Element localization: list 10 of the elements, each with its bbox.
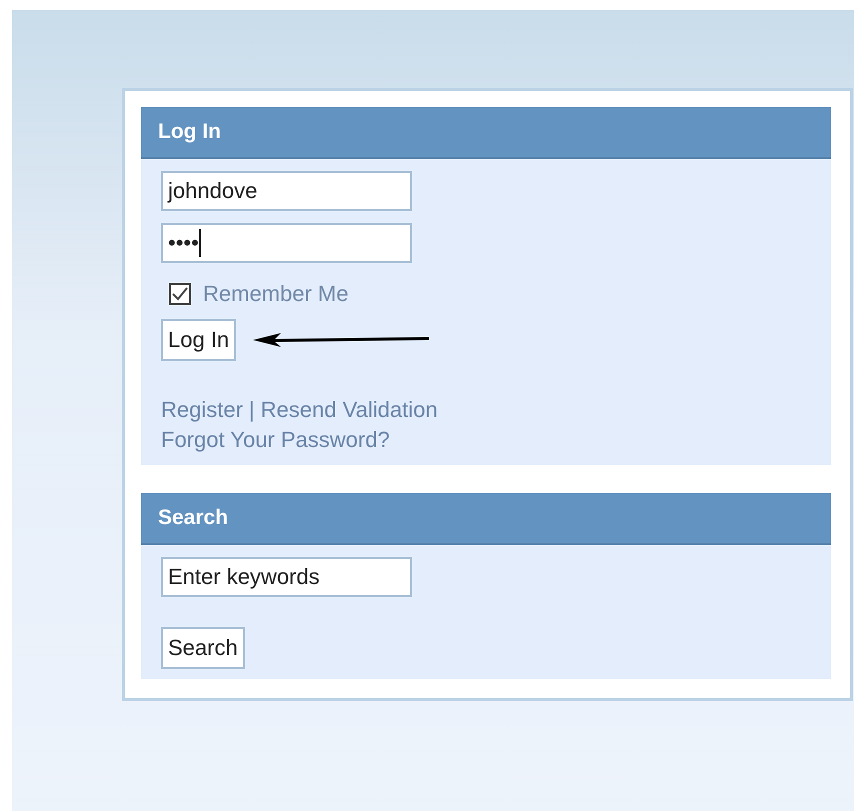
- panel-title: Log In: [141, 107, 831, 159]
- link-separator: |: [248, 397, 255, 422]
- login-button[interactable]: Log In: [161, 319, 236, 361]
- username-field[interactable]: johndove: [161, 171, 412, 211]
- search-button[interactable]: Search: [161, 627, 245, 669]
- remember-label: Remember Me: [203, 281, 348, 307]
- search-field[interactable]: Enter keywords: [161, 557, 412, 597]
- remember-checkbox[interactable]: [169, 283, 191, 305]
- panel-title: Search: [141, 493, 831, 545]
- password-field[interactable]: ••••: [161, 223, 412, 263]
